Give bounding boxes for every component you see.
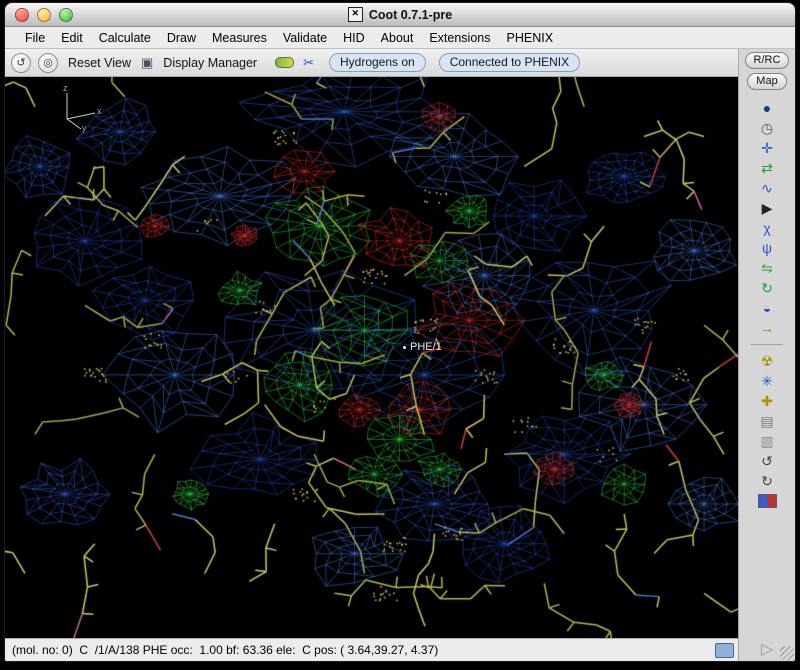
- radiation-icon[interactable]: ☢: [754, 352, 780, 370]
- status-text: (mol. no: 0) C /1/A/138 PHE occ: 1.00 bf…: [12, 643, 438, 657]
- menu-item-about[interactable]: About: [373, 29, 422, 47]
- refine-sphere-icon[interactable]: ●: [754, 99, 780, 117]
- menu-item-calculate[interactable]: Calculate: [91, 29, 159, 47]
- zoom-window-button[interactable]: [59, 8, 73, 22]
- phenix-connection-button[interactable]: Connected to PHENIX: [439, 53, 580, 72]
- window-title: Coot 0.7.1-pre: [369, 8, 452, 22]
- undo-circle-icon[interactable]: ↺: [754, 452, 780, 470]
- menubar: FileEditCalculateDrawMeasuresValidateHID…: [5, 27, 795, 49]
- scissors-icon[interactable]: ✂: [303, 55, 314, 71]
- regularize-clock-icon[interactable]: ◷: [754, 119, 780, 137]
- menu-item-measures[interactable]: Measures: [204, 29, 275, 47]
- toolbar-separator: [751, 344, 783, 345]
- menu-item-hid[interactable]: HID: [335, 29, 373, 47]
- torsion-psi-icon[interactable]: ψ: [754, 239, 780, 257]
- menu-item-phenix[interactable]: PHENIX: [499, 29, 562, 47]
- menu-item-file[interactable]: File: [17, 29, 53, 47]
- side-chain-icon[interactable]: ◒: [754, 299, 780, 317]
- app-window: ✕ Coot 0.7.1-pre FileEditCalculateDrawMe…: [4, 2, 796, 662]
- target-icon: ◎: [43, 56, 53, 69]
- rotamer-wave-icon[interactable]: ∿: [754, 179, 780, 197]
- display-manager-icon: ▣: [141, 55, 153, 71]
- cylinder-icon[interactable]: ▥: [754, 432, 780, 450]
- auto-fit-play-icon[interactable]: ▶: [754, 199, 780, 217]
- map-button[interactable]: Map: [747, 73, 786, 90]
- menu-item-edit[interactable]: Edit: [53, 29, 91, 47]
- display-swatch-icon[interactable]: [758, 494, 777, 508]
- molecular-viewport[interactable]: [5, 77, 738, 638]
- rotate-circle-icon[interactable]: ↻: [754, 279, 780, 297]
- minimize-window-button[interactable]: [37, 8, 51, 22]
- display-manager-button[interactable]: Display Manager: [160, 55, 260, 71]
- redo-circle-icon[interactable]: ↻: [754, 472, 780, 490]
- chi-angles-icon[interactable]: χ: [754, 219, 780, 237]
- menu-item-extensions[interactable]: Extensions: [421, 29, 498, 47]
- reset-view-icon-button[interactable]: ↺: [11, 53, 31, 73]
- graphics-area: z x y PHE/1: [5, 77, 738, 638]
- undo-arrow-icon: ↺: [16, 56, 25, 69]
- x11-app-icon: ✕: [348, 7, 363, 22]
- ligand-star-icon[interactable]: ✳: [754, 372, 780, 390]
- rrc-button[interactable]: R/RC: [745, 52, 790, 69]
- rigid-body-move-icon[interactable]: ✛: [754, 139, 780, 157]
- menu-item-validate[interactable]: Validate: [275, 29, 335, 47]
- hydrogens-toggle-button[interactable]: Hydrogens on: [329, 53, 426, 72]
- reset-view-button[interactable]: Reset View: [65, 55, 134, 71]
- rotate-translate-icon[interactable]: ⇄: [754, 159, 780, 177]
- scrollbar-stub[interactable]: [715, 643, 734, 658]
- right-sidebar: R/RC Map ● ◷ ✛ ⇄ ∿ ▶ χψ ⇋ ↻ ◒ → ☢ ✳ ✚ ▤ ▥ ↺ ↻ ▷: [738, 49, 795, 661]
- molecule-capsule-icon[interactable]: [275, 57, 294, 68]
- add-residue-plus-icon[interactable]: ✚: [754, 392, 780, 410]
- mutate-arrow-icon[interactable]: →: [754, 319, 780, 337]
- window-title-area: ✕ Coot 0.7.1-pre: [348, 7, 452, 22]
- close-window-button[interactable]: [15, 8, 29, 22]
- recenter-target-button[interactable]: ◎: [38, 53, 58, 73]
- window-resize-grip[interactable]: [780, 646, 794, 660]
- titlebar[interactable]: ✕ Coot 0.7.1-pre: [5, 3, 795, 27]
- pepflip-icon[interactable]: ⇋: [754, 259, 780, 277]
- window-controls: [15, 8, 73, 22]
- statusbar: (mol. no: 0) C /1/A/138 PHE occ: 1.00 bf…: [5, 638, 738, 661]
- expander-triangle-icon[interactable]: ▷: [761, 642, 773, 658]
- printer-icon[interactable]: ▤: [754, 412, 780, 430]
- menu-item-draw[interactable]: Draw: [159, 29, 204, 47]
- main-toolbar: ↺ ◎ Reset View ▣ Display Manager ✂ Hydro…: [5, 49, 738, 77]
- modelling-toolbar: ● ◷ ✛ ⇄ ∿ ▶ χψ ⇋ ↻ ◒ → ☢ ✳ ✚ ▤ ▥ ↺ ↻: [739, 99, 795, 642]
